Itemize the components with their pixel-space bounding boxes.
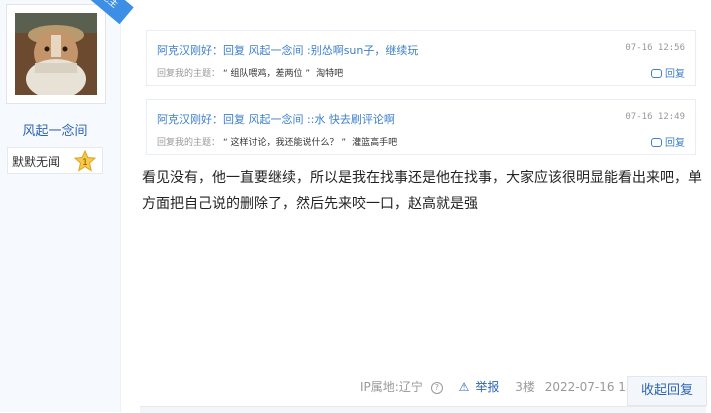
avatar[interactable] <box>15 13 97 95</box>
reply-button-label: 回复 <box>665 69 685 80</box>
level-number: 1 <box>82 158 88 168</box>
post-content: 看见没有，他一直要继续，所以是我在找事还是他在找事，大家应该很明显能看出来吧，单… <box>142 170 702 212</box>
reply-button[interactable]: 回复 <box>651 65 685 80</box>
level-star-icon: 1 <box>73 149 97 172</box>
reply-card: 阿克汉刚好：回复 风起一念间 :别怂啊sun子，继续玩 07-16 12:56 … <box>146 30 696 86</box>
reply-context: 回复我的主题： “ 这样讨论，我还能说什么？ ” 灌篮高手吧 <box>157 135 397 148</box>
reply-button[interactable]: 回复 <box>651 134 685 149</box>
reply-prefix: 回复我的主题： <box>157 69 221 79</box>
floor-number: 3楼 <box>515 380 535 394</box>
reply-prefix: 回复我的主题： <box>157 138 221 148</box>
reply-button-label: 回复 <box>665 138 685 149</box>
reply-quote[interactable]: “ 组队喂鸡，差两位 ” <box>223 69 310 79</box>
avatar-frame[interactable] <box>6 4 106 104</box>
reply-line[interactable]: 阿克汉刚好：回复 风起一念间 :别怂啊sun子，继续玩 <box>157 42 418 58</box>
reply-time: 07-16 12:49 <box>625 112 685 122</box>
help-icon[interactable]: ? <box>430 382 443 394</box>
author-name[interactable]: 风起一念间 <box>0 120 110 139</box>
reply-time: 07-16 12:56 <box>625 43 685 53</box>
reply-line[interactable]: 阿克汉刚好：回复 风起一念间 ::水 快去刷评论啊 <box>157 111 395 127</box>
comment-icon <box>651 69 662 78</box>
collapse-replies-button[interactable]: 收起回复 <box>627 376 707 406</box>
ip-location-text: IP属地:辽宁 <box>360 380 423 394</box>
ip-location: IP属地:辽宁? <box>360 380 449 394</box>
reply-quote[interactable]: “ 这样讨论，我还能说什么？ ” <box>223 138 346 148</box>
warning-icon: ⚠ <box>458 380 470 394</box>
reply-topic[interactable]: 灌篮高手吧 <box>352 138 397 148</box>
level-name: 默默无闻 <box>12 155 61 169</box>
reply-card: 阿克汉刚好：回复 风起一念间 ::水 快去刷评论啊 07-16 12:49 回复… <box>146 99 696 155</box>
author-sidebar: 吧主 风起一念间 默默无闻 1 <box>0 0 134 412</box>
report-link[interactable]: ⚠ 举报 <box>459 380 506 394</box>
post-footer: IP属地:辽宁? ⚠ 举报 3楼 2022-07-16 13:02 <box>360 378 659 404</box>
reply-context: 回复我的主题： “ 组队喂鸡，差两位 ” 淘特吧 <box>157 66 343 79</box>
reply-topic[interactable]: 淘特吧 <box>316 69 343 79</box>
report-label: 举报 <box>475 380 500 394</box>
comment-icon <box>651 138 662 147</box>
level-box: 默默无闻 1 <box>7 147 103 174</box>
